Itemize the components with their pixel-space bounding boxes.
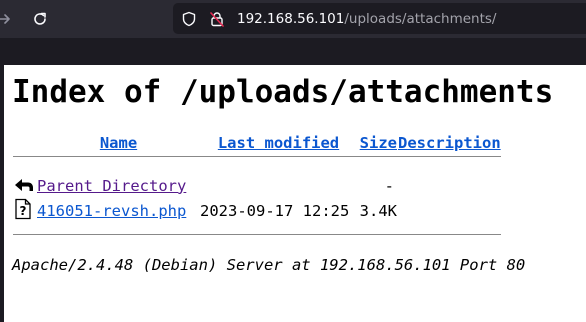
- icon-column-header: [13, 132, 37, 154]
- divider: [13, 156, 501, 157]
- sort-by-description-link[interactable]: Description: [398, 134, 501, 152]
- description-cell: [397, 198, 501, 224]
- name-column-header: Name: [37, 132, 200, 154]
- name-cell: 416051-revsh.php: [37, 198, 200, 224]
- svg-text:?: ?: [20, 204, 27, 218]
- sort-by-last-modified-link[interactable]: Last modified: [218, 134, 339, 152]
- icon-cell: [13, 173, 37, 198]
- size-cell: -: [384, 176, 394, 195]
- last-modified-cell: [200, 173, 357, 198]
- last-modified-column-header: Last modified: [200, 132, 357, 154]
- reload-icon: [34, 12, 46, 25]
- server-signature: Apache/2.4.48 (Debian) Server at 192.168…: [12, 256, 526, 274]
- insecure-lock-icon: [210, 12, 224, 27]
- parent-directory-link[interactable]: Parent Directory: [37, 177, 186, 195]
- sort-by-name-link[interactable]: Name: [100, 134, 137, 152]
- reload-button[interactable]: [30, 9, 50, 29]
- page-title: Index of /uploads/attachments: [12, 74, 554, 110]
- site-security-button[interactable]: [208, 10, 226, 28]
- shield-icon: [182, 11, 196, 27]
- table-row: ? 416051-revsh.php 2023-09-17 12:25 3.4K: [13, 198, 501, 224]
- last-modified-cell: 2023-09-17 12:25: [200, 202, 350, 220]
- description-cell: [397, 173, 501, 198]
- table-row: Parent Directory -: [13, 173, 501, 198]
- url-host: 192.168.56.101: [237, 11, 345, 27]
- page-content: Index of /uploads/attachments Name Last …: [4, 65, 586, 322]
- back-arrow-icon: [15, 178, 33, 191]
- arrow-right-icon: [0, 14, 10, 24]
- separator-row: [13, 154, 501, 173]
- tracking-protection-button[interactable]: [180, 10, 198, 28]
- name-cell: Parent Directory: [37, 173, 200, 198]
- size-cell: 3.4K: [359, 202, 397, 220]
- description-column-header: Description: [397, 132, 501, 154]
- header-row: Name Last modified Size Description: [13, 132, 501, 154]
- url-bar[interactable]: 192.168.56.101/uploads/attachments/: [173, 3, 586, 34]
- directory-listing: Name Last modified Size Description Pare…: [13, 132, 501, 235]
- divider: [13, 234, 501, 235]
- file-link[interactable]: 416051-revsh.php: [37, 202, 186, 220]
- unknown-file-icon: ?: [15, 198, 31, 220]
- separator-row: [13, 224, 501, 235]
- size-column-header: Size: [357, 132, 397, 154]
- url-path: /uploads/attachments/: [344, 11, 497, 27]
- browser-toolbar: 192.168.56.101/uploads/attachments/: [0, 0, 586, 38]
- forward-button[interactable]: [0, 9, 14, 29]
- sort-by-size-link[interactable]: Size: [360, 134, 397, 152]
- icon-cell: ?: [13, 198, 37, 224]
- address-text[interactable]: 192.168.56.101/uploads/attachments/: [237, 10, 496, 28]
